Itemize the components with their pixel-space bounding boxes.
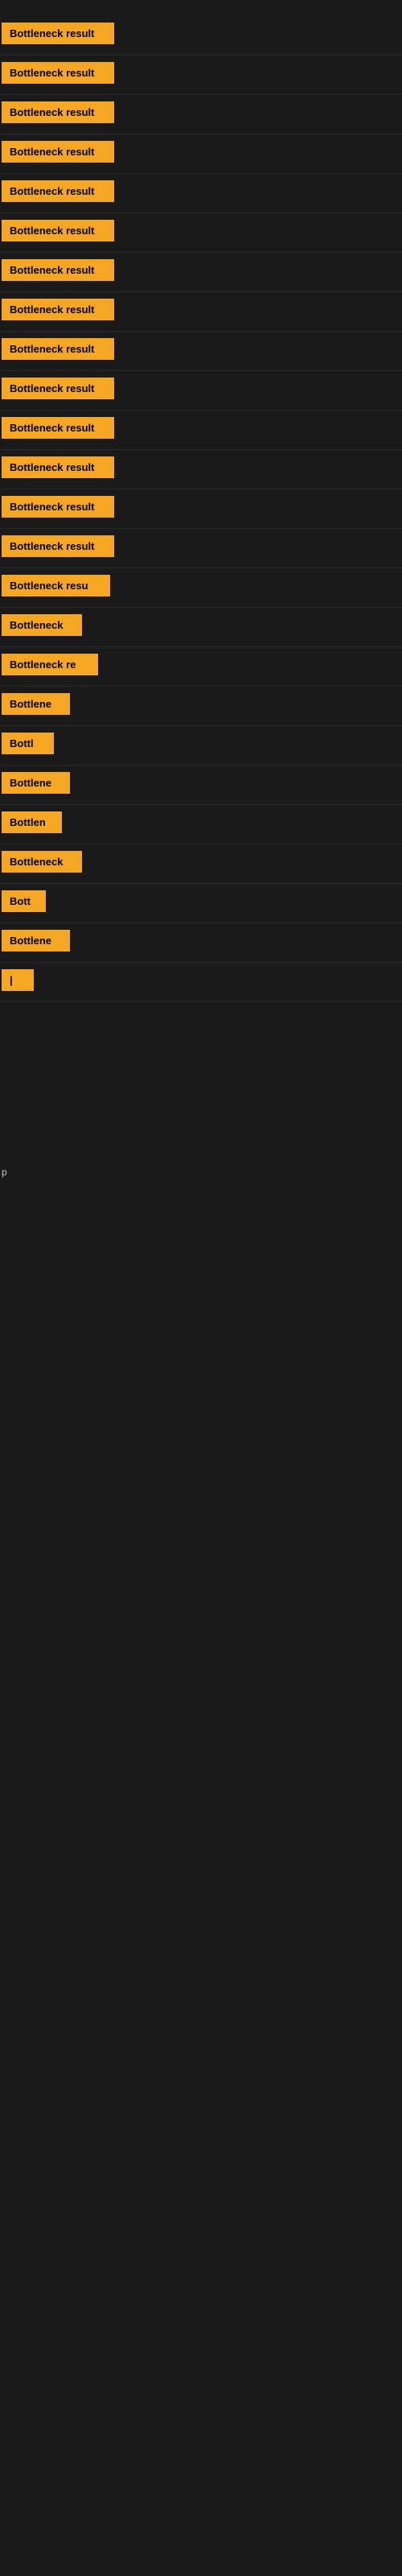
bottleneck-row: | [0, 963, 402, 1002]
bottleneck-badge[interactable]: Bottleneck re [2, 654, 98, 675]
bottleneck-row: Bottleneck result [0, 16, 402, 56]
bottleneck-row: Bottlene [0, 923, 402, 963]
bottleneck-badge[interactable]: Bottleneck result [2, 417, 114, 439]
bottleneck-row: Bottleneck result [0, 213, 402, 253]
bottleneck-badge[interactable]: Bottleneck result [2, 23, 114, 44]
bottleneck-badge[interactable]: | [2, 969, 34, 991]
bottleneck-badge[interactable]: Bottleneck result [2, 535, 114, 557]
site-title [0, 0, 402, 13]
bottleneck-badge[interactable]: Bott [2, 890, 46, 912]
bottleneck-row: Bottl [0, 726, 402, 766]
bottleneck-badge[interactable]: Bottleneck result [2, 299, 114, 320]
bottleneck-row: Bottleneck result [0, 450, 402, 489]
bottleneck-badge[interactable]: Bottleneck result [2, 456, 114, 478]
bottleneck-badge[interactable]: Bottleneck result [2, 378, 114, 399]
bottleneck-badge[interactable]: Bottlene [2, 930, 70, 952]
bottleneck-badge[interactable]: Bottlen [2, 811, 62, 833]
bottleneck-row: Bott [0, 884, 402, 923]
bottleneck-badge[interactable]: Bottleneck resu [2, 575, 110, 597]
bottleneck-row: Bottleneck result [0, 56, 402, 95]
bottleneck-row: Bottleneck result [0, 332, 402, 371]
bottleneck-row: Bottlen [0, 805, 402, 844]
bottleneck-badge[interactable]: Bottlene [2, 772, 70, 794]
bottleneck-badge[interactable]: Bottl [2, 733, 54, 754]
bottleneck-row: Bottleneck resu [0, 568, 402, 608]
bottleneck-row: Bottleneck result [0, 371, 402, 411]
bottleneck-row: Bottleneck result [0, 134, 402, 174]
bottleneck-badge[interactable]: Bottleneck result [2, 496, 114, 518]
bottleneck-badge[interactable]: Bottleneck result [2, 259, 114, 281]
bottleneck-badge[interactable]: Bottleneck result [2, 101, 114, 123]
bottleneck-row: Bottlene [0, 687, 402, 726]
bottleneck-badge[interactable]: Bottleneck [2, 851, 82, 873]
bottleneck-row: Bottleneck result [0, 489, 402, 529]
bottleneck-badge[interactable]: Bottleneck result [2, 62, 114, 84]
bottom-label: p [0, 1005, 402, 1181]
bottleneck-badge[interactable]: Bottleneck [2, 614, 82, 636]
bottleneck-row: Bottleneck [0, 608, 402, 647]
bottleneck-row: Bottleneck re [0, 647, 402, 687]
bottleneck-row: Bottleneck result [0, 253, 402, 292]
bottleneck-badge[interactable]: Bottleneck result [2, 180, 114, 202]
bottleneck-row: Bottleneck result [0, 174, 402, 213]
bottleneck-row: Bottleneck result [0, 292, 402, 332]
bottleneck-badge[interactable]: Bottleneck result [2, 338, 114, 360]
site-header [0, 0, 402, 13]
bottleneck-row: Bottleneck result [0, 95, 402, 134]
bottleneck-row: Bottleneck [0, 844, 402, 884]
bottleneck-row: Bottleneck result [0, 411, 402, 450]
page-bottom: p [0, 1005, 402, 1488]
bottleneck-list: Bottleneck result Bottleneck result Bottle… [0, 13, 402, 1005]
bottleneck-row: Bottleneck result [0, 529, 402, 568]
bottleneck-badge[interactable]: Bottlene [2, 693, 70, 715]
bottleneck-row: Bottlene [0, 766, 402, 805]
bottleneck-badge[interactable]: Bottleneck result [2, 141, 114, 163]
bottleneck-badge[interactable]: Bottleneck result [2, 220, 114, 242]
